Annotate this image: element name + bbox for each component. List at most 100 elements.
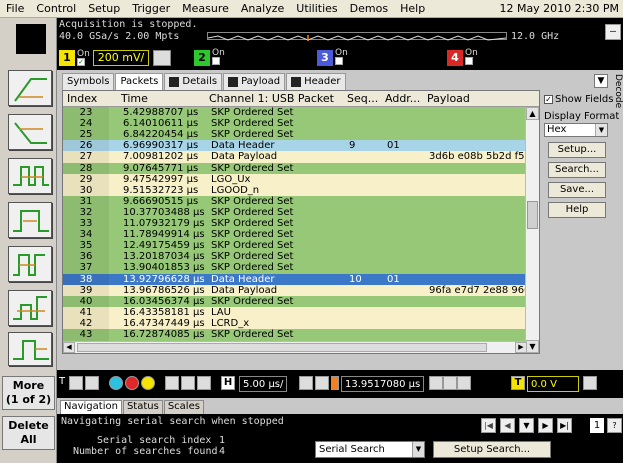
tab-payload[interactable]: Payload	[223, 73, 286, 90]
tab-navigation[interactable]: Navigation	[60, 400, 122, 414]
channel-1-on-checkbox[interactable]: ✓	[77, 58, 85, 66]
first-result-icon[interactable]: |◀	[481, 418, 496, 433]
table-row[interactable]: 43 16.72874085 µs SKP Ordered Set	[63, 329, 527, 341]
col-packet[interactable]: Channel 1: USB Packet	[209, 91, 339, 106]
channel-2-number[interactable]: 2	[194, 50, 210, 66]
vertical-scrollbar[interactable]: ▲ ▼	[525, 107, 539, 353]
menu-setup[interactable]: Setup	[82, 2, 126, 15]
delay-right-icon[interactable]	[457, 376, 471, 390]
search-type-select[interactable]: Serial Search ▼	[315, 441, 425, 458]
horizontal-icon[interactable]: H	[221, 376, 235, 390]
runt-trigger-button[interactable]	[8, 290, 52, 326]
channel-1-scale[interactable]: 200 mV/	[92, 50, 150, 66]
save-button[interactable]: Save...	[548, 182, 606, 198]
vertical-scroll-thumb[interactable]	[527, 201, 538, 229]
col-index[interactable]: Index	[67, 91, 111, 106]
tab-header[interactable]: Header	[286, 73, 346, 90]
next-result-icon[interactable]: ▶	[538, 418, 553, 433]
glitch-trigger-button[interactable]	[8, 158, 52, 194]
trigger-level[interactable]: 0.0 V	[527, 376, 579, 392]
delay-left-icon[interactable]	[429, 376, 443, 390]
channel-1-scale-control[interactable]	[153, 50, 172, 66]
menu-utilities[interactable]: Utilities	[290, 2, 343, 15]
channel-3-on-checkbox[interactable]	[335, 57, 343, 65]
time-scale-control[interactable]	[299, 376, 313, 390]
col-addr[interactable]: Addr...	[385, 91, 425, 106]
falling-edge-trigger-button[interactable]	[8, 114, 52, 150]
delay-value[interactable]: 13.9517080 µs	[341, 376, 425, 392]
tab-details[interactable]: Details	[164, 73, 223, 90]
scroll-down-icon[interactable]: ▼	[526, 340, 539, 353]
more-page-label: (1 of 2)	[5, 393, 52, 406]
display-format-value: Hex	[547, 124, 567, 135]
search-button[interactable]: Search...	[548, 162, 606, 178]
channel-1-number[interactable]: 1	[59, 50, 75, 66]
channel-3-number[interactable]: 3	[317, 50, 333, 66]
autoscale-icon[interactable]	[197, 376, 211, 390]
header-icon	[291, 77, 302, 87]
mark-yellow-icon[interactable]	[141, 376, 155, 390]
time-scale[interactable]: 5.00 µs/	[239, 376, 288, 392]
delay-zero-icon[interactable]	[443, 376, 457, 390]
menu-demos[interactable]: Demos	[344, 2, 394, 15]
mark-cyan-icon[interactable]	[109, 376, 123, 390]
channel-4-on-checkbox[interactable]	[465, 57, 473, 65]
rising-edge-trigger-button[interactable]	[8, 70, 52, 106]
last-result-icon[interactable]: ▶|	[557, 418, 572, 433]
menu-help[interactable]: Help	[394, 2, 431, 15]
show-fields-option[interactable]: ✓ Show Fields	[544, 94, 613, 105]
print-icon[interactable]	[181, 376, 195, 390]
setup-button[interactable]: Setup...	[548, 142, 606, 158]
cell-time: 16.72874085 µs	[123, 329, 205, 340]
cell-index: 43	[63, 329, 109, 341]
timeout-trigger-button[interactable]	[8, 332, 52, 366]
details-icon	[169, 77, 180, 87]
channel-2-on-checkbox[interactable]	[212, 57, 220, 65]
mark-red-icon[interactable]	[125, 376, 139, 390]
scroll-right-icon[interactable]: ▶	[515, 342, 527, 353]
tab-symbols[interactable]: Symbols	[62, 73, 115, 90]
menu-control[interactable]: Control	[30, 2, 82, 15]
channel-3[interactable]: 3 On	[317, 49, 348, 67]
menu-trigger[interactable]: Trigger	[126, 2, 176, 15]
horizontal-scrollbar[interactable]: ◀ ▶	[63, 341, 527, 353]
channel-1[interactable]: 1 On ✓ 200 mV/	[59, 49, 172, 67]
trigger-channel-icon[interactable]: T	[511, 376, 525, 390]
menu-measure[interactable]: Measure	[176, 2, 235, 15]
scroll-up-icon[interactable]: ▲	[526, 107, 539, 120]
more-button[interactable]: More (1 of 2)	[2, 376, 55, 410]
run-stop-indicator[interactable]	[16, 24, 46, 54]
help-icon[interactable]: ?	[607, 418, 622, 433]
delay-wave-icon[interactable]	[315, 376, 329, 390]
menu-analyze[interactable]: Analyze	[235, 2, 290, 15]
scroll-left-icon[interactable]: ◀	[63, 342, 75, 353]
menu-file[interactable]: File	[0, 2, 30, 15]
setup-hold-trigger-button[interactable]	[8, 246, 52, 282]
tab-status[interactable]: Status	[122, 400, 163, 414]
show-fields-checkbox[interactable]: ✓	[544, 94, 553, 104]
dock-down-button[interactable]: ▼	[594, 74, 608, 88]
delete-all-button[interactable]: Delete All	[2, 416, 55, 450]
stop-icon[interactable]: ▼	[519, 418, 534, 433]
pulse-width-trigger-button[interactable]	[8, 202, 52, 238]
trigger-level-stepper[interactable]	[583, 376, 597, 390]
minimize-button[interactable]: —	[605, 24, 621, 40]
save-screen-icon[interactable]	[165, 376, 179, 390]
waveform-overview[interactable]	[207, 32, 507, 41]
tab-packets[interactable]: Packets	[115, 73, 164, 90]
tab-scales[interactable]: Scales	[163, 400, 204, 414]
channel-4-number[interactable]: 4	[447, 50, 463, 66]
col-time[interactable]: Time	[121, 91, 201, 106]
col-payload[interactable]: Payload	[427, 91, 523, 106]
scroll-stepper[interactable]	[85, 376, 99, 390]
zoom-stepper[interactable]	[69, 376, 83, 390]
previous-result-icon[interactable]: ◀	[500, 418, 515, 433]
help-button[interactable]: Help	[548, 202, 606, 218]
falling-edge-icon	[14, 122, 47, 144]
channel-4[interactable]: 4 On	[447, 49, 478, 67]
setup-search-button[interactable]: Setup Search...	[433, 441, 551, 458]
horizontal-scroll-thumb[interactable]	[77, 343, 487, 352]
col-seq[interactable]: Seq...	[347, 91, 383, 106]
display-format-select[interactable]: Hex ▼	[544, 123, 608, 137]
channel-2[interactable]: 2 On	[194, 49, 225, 67]
